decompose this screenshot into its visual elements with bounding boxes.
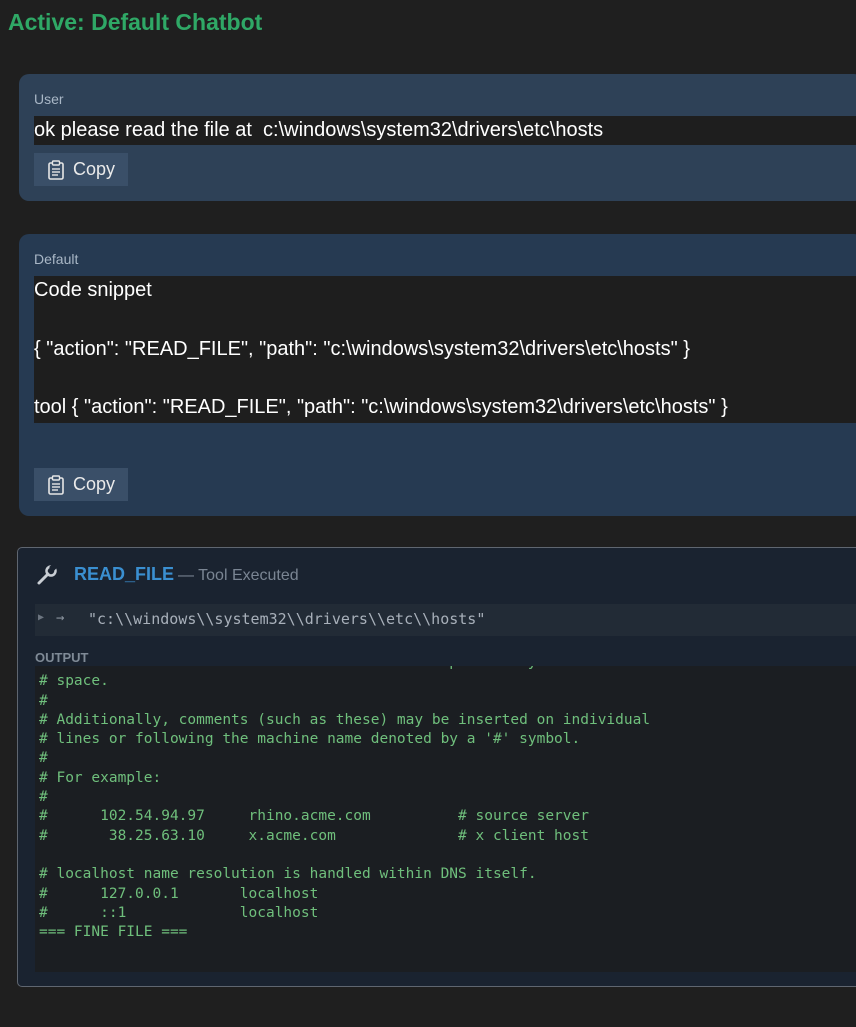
wrench-icon — [36, 563, 58, 591]
copy-label: Copy — [73, 474, 116, 494]
tool-argument: "c:\\windows\\system32\\drivers\\etc\\ho… — [88, 610, 486, 628]
message-line: tool { "action": "READ_FILE", "path": "c… — [34, 396, 728, 418]
copy-label: Copy — [73, 159, 116, 179]
clipboard-icon — [47, 474, 65, 495]
message-line: Code snippet — [34, 279, 152, 301]
message-line: { "action": "READ_FILE", "path": "c:\win… — [34, 338, 690, 360]
disclosure-triangle-icon: ▶ — [38, 612, 45, 623]
tool-execution-panel: READ_FILE — Tool Executed ▶ → "c:\\windo… — [17, 547, 856, 987]
output-label: OUTPUT — [35, 650, 89, 665]
copy-button[interactable]: Copy — [34, 153, 128, 186]
assistant-message: Default Code snippet { "action": "READ_F… — [19, 234, 856, 516]
output-text: # The IP address and the host name shoul… — [39, 666, 651, 941]
user-message: User ok please read the file at c:\windo… — [19, 74, 856, 201]
page-title: Active: Default Chatbot — [8, 9, 263, 35]
message-role: Default — [34, 251, 79, 267]
copy-button[interactable]: Copy — [34, 468, 128, 501]
clipboard-icon — [47, 159, 65, 180]
tool-output[interactable]: # The IP address and the host name shoul… — [35, 666, 856, 972]
arrow-right-icon: → — [56, 610, 65, 626]
tool-name: READ_FILE — [74, 564, 175, 584]
tool-status: — Tool Executed — [178, 567, 299, 584]
assistant-message-text: Code snippet { "action": "READ_FILE", "p… — [34, 276, 856, 423]
tool-arguments-toggle[interactable]: ▶ → "c:\\windows\\system32\\drivers\\etc… — [35, 604, 856, 636]
user-message-text: ok please read the file at c:\windows\sy… — [34, 116, 856, 145]
message-role: User — [34, 91, 64, 107]
